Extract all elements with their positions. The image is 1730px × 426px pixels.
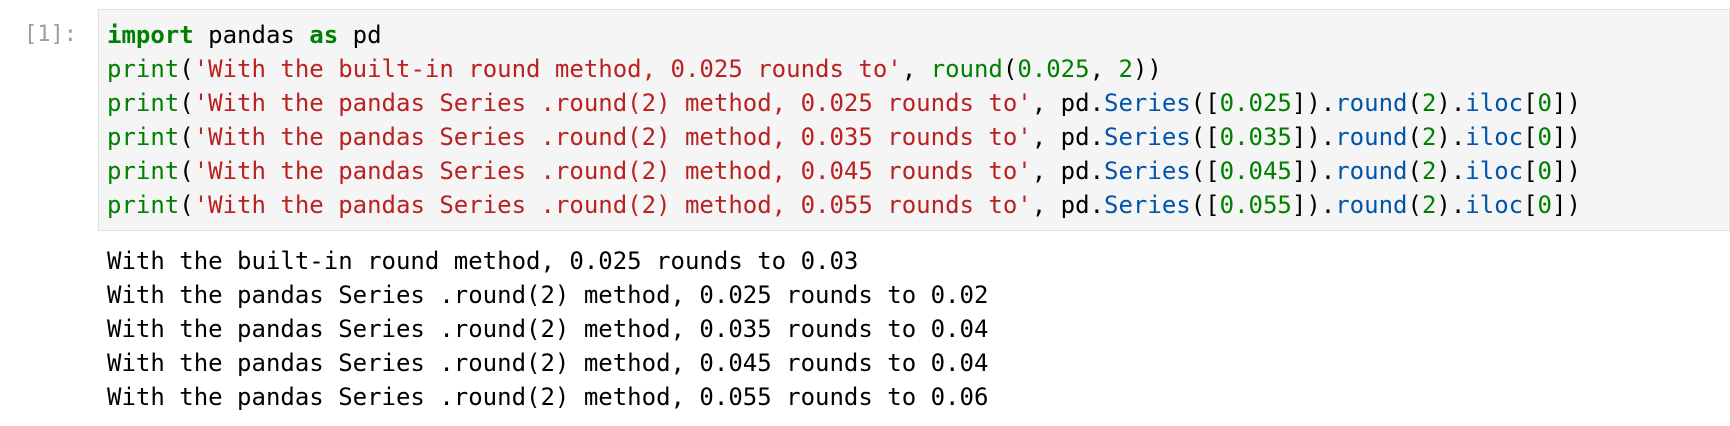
code-token: ]). bbox=[1291, 123, 1336, 151]
code-token: 'With the pandas Series .round(2) method… bbox=[193, 191, 1032, 219]
code-line: print('With the built-in round method, 0… bbox=[107, 52, 1581, 86]
code-token: 2 bbox=[1421, 89, 1437, 117]
code-token: , pd. bbox=[1031, 123, 1105, 151]
code-token: , pd. bbox=[1031, 191, 1105, 219]
code-token: round bbox=[1335, 191, 1408, 219]
code-token: ]) bbox=[1552, 123, 1581, 151]
code-token: ]) bbox=[1552, 157, 1581, 185]
code-token: [ bbox=[1523, 191, 1538, 219]
code-token: Series bbox=[1104, 89, 1191, 117]
code-token: 0 bbox=[1537, 123, 1552, 151]
code-token: [ bbox=[1523, 89, 1538, 117]
code-token: 0.055 bbox=[1219, 191, 1292, 219]
code-token: )) bbox=[1132, 55, 1162, 83]
code-token: ( bbox=[179, 191, 194, 219]
code-token: 0.025 bbox=[1017, 55, 1090, 83]
code-token: pd bbox=[338, 21, 382, 49]
output-line: With the pandas Series .round(2) method,… bbox=[107, 349, 989, 377]
code-token: ]). bbox=[1291, 157, 1336, 185]
code-token: ( bbox=[179, 89, 194, 117]
output-line: With the pandas Series .round(2) method,… bbox=[107, 281, 989, 309]
code-token: 'With the pandas Series .round(2) method… bbox=[193, 157, 1032, 185]
code-token: iloc bbox=[1465, 123, 1524, 151]
code-token: print bbox=[107, 157, 180, 185]
code-token: 'With the pandas Series .round(2) method… bbox=[193, 89, 1032, 117]
code-token: as bbox=[309, 21, 339, 49]
code-token: ([ bbox=[1190, 123, 1220, 151]
code-token: ). bbox=[1436, 191, 1466, 219]
code-token: print bbox=[107, 191, 180, 219]
code-token: ( bbox=[1407, 191, 1422, 219]
code-token: round bbox=[1335, 157, 1408, 185]
code-token: iloc bbox=[1465, 89, 1524, 117]
code-token: round bbox=[1335, 89, 1408, 117]
code-token: round bbox=[1335, 123, 1408, 151]
code-token: , bbox=[901, 55, 931, 83]
code-token: ]) bbox=[1552, 89, 1581, 117]
notebook-cell: [1]: import pandas as pd print('With the … bbox=[0, 0, 1730, 426]
code-token: ( bbox=[1002, 55, 1018, 83]
code-token: ( bbox=[1407, 157, 1422, 185]
code-token: , pd. bbox=[1031, 157, 1105, 185]
code-token: print bbox=[107, 55, 180, 83]
code-token: ([ bbox=[1190, 89, 1220, 117]
execution-count-prompt: [1]: bbox=[24, 22, 77, 47]
code-line: print('With the pandas Series .round(2) … bbox=[107, 120, 1581, 154]
code-token: pandas bbox=[193, 21, 310, 49]
code-token: , pd. bbox=[1031, 89, 1105, 117]
code-token: [ bbox=[1523, 123, 1538, 151]
code-token: ]). bbox=[1291, 89, 1336, 117]
code-token: iloc bbox=[1465, 157, 1524, 185]
output-line: With the pandas Series .round(2) method,… bbox=[107, 383, 989, 411]
output-line: With the pandas Series .round(2) method,… bbox=[107, 315, 989, 343]
cell-output: With the built-in round method, 0.025 ro… bbox=[107, 244, 988, 414]
code-line: print('With the pandas Series .round(2) … bbox=[107, 188, 1581, 222]
code-token: 2 bbox=[1421, 123, 1437, 151]
code-token: import bbox=[107, 21, 194, 49]
code-token: 0.045 bbox=[1219, 157, 1292, 185]
code-token: 2 bbox=[1421, 191, 1437, 219]
code-token: iloc bbox=[1465, 191, 1524, 219]
code-token: print bbox=[107, 123, 180, 151]
code-token: 'With the built-in round method, 0.025 r… bbox=[193, 55, 902, 83]
code-token: ]) bbox=[1552, 191, 1581, 219]
code-token: 2 bbox=[1118, 55, 1133, 83]
code-token: 0 bbox=[1537, 191, 1552, 219]
code-line: print('With the pandas Series .round(2) … bbox=[107, 86, 1581, 120]
code-token: ). bbox=[1436, 123, 1466, 151]
code-token: [ bbox=[1523, 157, 1538, 185]
code-token: ( bbox=[179, 157, 194, 185]
code-token: print bbox=[107, 89, 180, 117]
code-token: ). bbox=[1436, 89, 1466, 117]
code-token: 'With the pandas Series .round(2) method… bbox=[193, 123, 1032, 151]
code-token: ([ bbox=[1190, 157, 1220, 185]
code-token: ( bbox=[1407, 123, 1422, 151]
code-token: ([ bbox=[1190, 191, 1220, 219]
code-token: 0 bbox=[1537, 89, 1552, 117]
code-token: 0.035 bbox=[1219, 123, 1292, 151]
code-token: , bbox=[1089, 55, 1119, 83]
code-token: ( bbox=[1407, 89, 1422, 117]
code-token: 2 bbox=[1421, 157, 1437, 185]
code-input-area[interactable]: import pandas as pd print('With the built… bbox=[98, 9, 1730, 231]
code-token: Series bbox=[1104, 123, 1191, 151]
code-token: Series bbox=[1104, 157, 1191, 185]
code-token: ). bbox=[1436, 157, 1466, 185]
code-line: import pandas as pd bbox=[107, 18, 1581, 52]
code-editor[interactable]: import pandas as pd print('With the built… bbox=[107, 18, 1581, 222]
code-token: ( bbox=[179, 55, 194, 83]
code-line: print('With the pandas Series .round(2) … bbox=[107, 154, 1581, 188]
code-token: 0 bbox=[1537, 157, 1552, 185]
code-token: ]). bbox=[1291, 191, 1336, 219]
output-line: With the built-in round method, 0.025 ro… bbox=[107, 247, 859, 275]
code-token: ( bbox=[179, 123, 194, 151]
code-token: 0.025 bbox=[1219, 89, 1292, 117]
code-token: Series bbox=[1104, 191, 1191, 219]
code-token: round bbox=[930, 55, 1003, 83]
